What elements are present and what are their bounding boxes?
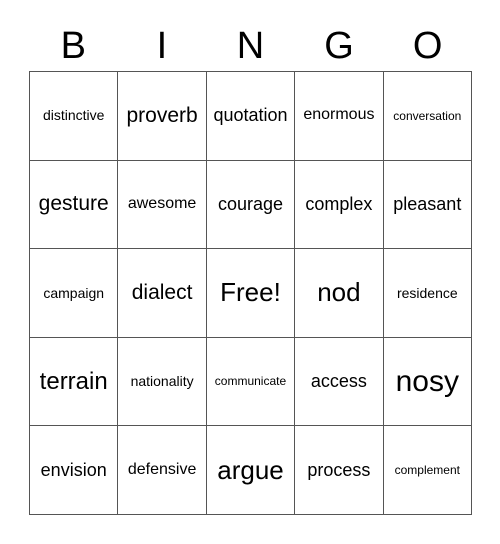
bingo-cell-o2[interactable]: pleasant xyxy=(383,160,472,250)
bingo-cell-g3[interactable]: nod xyxy=(295,249,384,338)
bingo-header-letter-n: N xyxy=(236,25,265,67)
bingo-cell-label: residence xyxy=(396,284,458,301)
bingo-cell-o1[interactable]: conversation xyxy=(383,72,472,161)
bingo-cell-b5[interactable]: envision xyxy=(30,426,119,515)
bingo-cell-n4[interactable]: communicate xyxy=(206,337,296,427)
bingo-cell-label: complement xyxy=(394,462,460,477)
bingo-cell-b1[interactable]: distinctive xyxy=(30,72,119,161)
bingo-cell-label: quotation xyxy=(213,105,288,126)
bingo-cell-label: proverb xyxy=(126,103,198,127)
bingo-cell-i2[interactable]: awesome xyxy=(118,160,207,250)
bingo-cell-label: campaign xyxy=(43,284,105,301)
bingo-grid: distinctive proverb quotation enormous c… xyxy=(29,71,472,515)
bingo-card: B I N G O distinctive proverb quotation … xyxy=(0,0,500,544)
bingo-cell-label: communicate xyxy=(214,374,287,389)
bingo-cell-label: gesture xyxy=(38,192,109,216)
bingo-cell-i5[interactable]: defensive xyxy=(118,426,207,515)
bingo-cell-o4[interactable]: nosy xyxy=(383,337,472,427)
bingo-free-space-label: Free! xyxy=(220,277,281,308)
bingo-cell-b2[interactable]: gesture xyxy=(30,160,119,250)
bingo-cell-n1[interactable]: quotation xyxy=(206,72,296,161)
bingo-header-letter-i: I xyxy=(156,25,168,67)
bingo-cell-n2[interactable]: courage xyxy=(206,160,296,250)
bingo-cell-g1[interactable]: enormous xyxy=(295,72,384,161)
bingo-cell-label: dialect xyxy=(131,280,193,304)
bingo-cell-free-space[interactable]: Free! xyxy=(206,249,296,338)
bingo-cell-label: conversation xyxy=(393,108,462,123)
bingo-cell-n5[interactable]: argue xyxy=(206,426,296,515)
bingo-header-row: B I N G O xyxy=(29,22,472,70)
bingo-cell-label: distinctive xyxy=(42,107,105,124)
bingo-cell-label: enormous xyxy=(303,106,375,124)
bingo-cell-o3[interactable]: residence xyxy=(383,249,472,338)
bingo-cell-i4[interactable]: nationality xyxy=(118,337,207,427)
bingo-cell-label: courage xyxy=(217,193,284,214)
bingo-cell-label: nosy xyxy=(395,364,459,398)
bingo-cell-label: process xyxy=(307,459,371,480)
bingo-cell-label: nod xyxy=(317,277,361,308)
bingo-header-letter-b: B xyxy=(60,25,86,67)
bingo-cell-label: envision xyxy=(40,459,107,480)
bingo-header-letter-g: G xyxy=(324,25,354,67)
bingo-cell-g4[interactable]: access xyxy=(295,337,384,427)
bingo-cell-label: nationality xyxy=(130,373,194,390)
bingo-cell-i3[interactable]: dialect xyxy=(118,249,207,338)
bingo-cell-i1[interactable]: proverb xyxy=(118,72,207,161)
bingo-cell-label: access xyxy=(310,371,367,392)
bingo-cell-label: defensive xyxy=(127,460,197,478)
bingo-cell-label: pleasant xyxy=(393,193,462,214)
bingo-cell-label: terrain xyxy=(39,368,108,395)
bingo-cell-label: argue xyxy=(217,454,284,485)
bingo-cell-label: awesome xyxy=(127,194,197,212)
bingo-cell-label: complex xyxy=(305,193,373,214)
bingo-cell-g5[interactable]: process xyxy=(295,426,384,515)
bingo-cell-b3[interactable]: campaign xyxy=(30,249,119,338)
bingo-cell-o5[interactable]: complement xyxy=(383,426,472,515)
bingo-header-letter-o: O xyxy=(412,25,443,67)
bingo-cell-g2[interactable]: complex xyxy=(295,160,384,250)
bingo-cell-b4[interactable]: terrain xyxy=(30,337,119,427)
